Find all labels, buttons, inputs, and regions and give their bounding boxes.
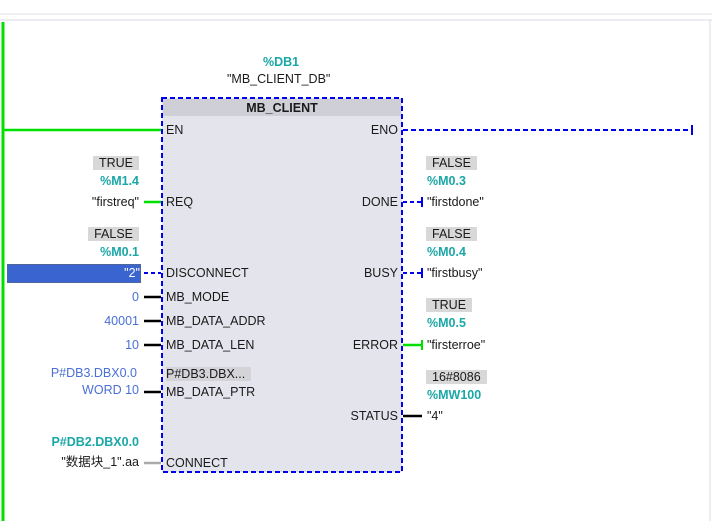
mb-data-ptr-operand-line1[interactable]: P#DB3.DBX0.0 (51, 366, 137, 380)
req-operand[interactable]: "firstreq" (92, 195, 139, 209)
pin-en: EN (166, 123, 184, 137)
instance-db-name[interactable]: "MB_CLIENT_DB" (227, 72, 330, 86)
pin-busy: BUSY (363, 266, 398, 280)
status-operand[interactable]: "4" (427, 409, 443, 423)
pin-status: STATUS (350, 409, 398, 423)
instance-db-address: %DB1 (263, 55, 300, 69)
pin-error: ERROR (352, 338, 398, 352)
mb-data-ptr-monitor-value: P#DB3.DBX... (166, 367, 252, 381)
block-title[interactable]: MB_CLIENT (163, 101, 401, 115)
pin-req: REQ (166, 195, 194, 209)
pin-mb-mode: MB_MODE (166, 290, 230, 304)
pin-mb-data-len: MB_DATA_LEN (166, 338, 255, 352)
mb-data-addr-operand[interactable]: 40001 (104, 314, 139, 328)
mb-data-ptr-operand-line2[interactable]: WORD 10 (82, 383, 139, 397)
disconnect-address: %M0.1 (100, 245, 139, 259)
mb-data-len-operand[interactable]: 10 (125, 338, 139, 352)
pin-mb-data-ptr: MB_DATA_PTR (166, 385, 256, 399)
done-address: %M0.3 (427, 174, 466, 188)
busy-operand[interactable]: "firstbusy" (427, 266, 482, 280)
done-monitor-value: FALSE (426, 156, 477, 170)
pin-connect: CONNECT (166, 456, 228, 470)
req-address: %M1.4 (100, 174, 139, 188)
done-operand[interactable]: "firstdone" (427, 195, 484, 209)
pin-mb-data-addr: MB_DATA_ADDR (166, 314, 266, 328)
connect-operand[interactable]: "数据块_1".aa (61, 455, 139, 469)
connect-address: P#DB2.DBX0.0 (51, 435, 139, 449)
disconnect-operand-selected[interactable]: "2" (7, 264, 141, 283)
disconnect-monitor-value: FALSE (88, 227, 139, 241)
req-monitor-value: TRUE (92, 156, 139, 170)
busy-address: %M0.4 (427, 245, 466, 259)
pin-eno: ENO (370, 123, 398, 137)
pin-disconnect: DISCONNECT (166, 266, 249, 280)
pin-done: DONE (361, 195, 398, 209)
error-operand[interactable]: "firsterroe" (427, 338, 485, 352)
status-address: %MW100 (427, 388, 482, 402)
status-monitor-value: 16#8086 (426, 370, 487, 384)
mb-mode-operand[interactable]: 0 (132, 290, 139, 304)
error-monitor-value: TRUE (426, 298, 473, 312)
busy-monitor-value: FALSE (426, 227, 477, 241)
error-address: %M0.5 (427, 316, 466, 330)
